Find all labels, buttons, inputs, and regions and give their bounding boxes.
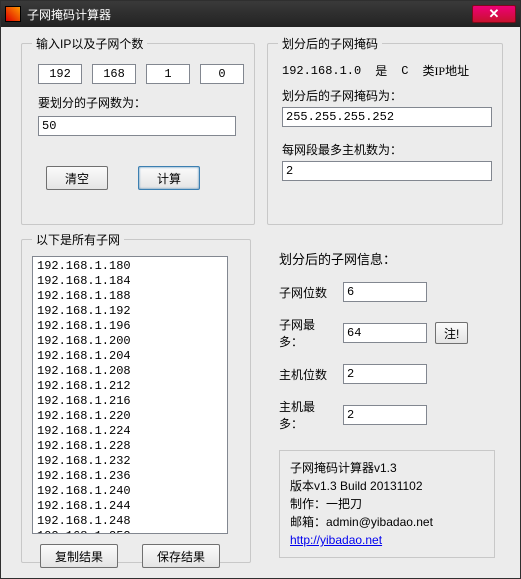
ip-display: 192.168.1.0 — [282, 64, 361, 78]
note-button[interactable]: 注! — [435, 322, 468, 344]
hosts-value[interactable] — [282, 161, 492, 181]
title-bar: 子网掩码计算器 ✕ — [1, 1, 520, 27]
subnet-max-value[interactable] — [343, 323, 427, 343]
input-group-legend: 输入IP以及子网个数 — [32, 35, 147, 52]
mask-group: 划分后的子网掩码 192.168.1.0 是 C 类IP地址 划分后的子网掩码为… — [267, 35, 503, 225]
mask-label: 划分后的子网掩码为： — [282, 87, 492, 104]
clear-button[interactable]: 清空 — [46, 166, 108, 190]
mask-group-legend: 划分后的子网掩码 — [278, 35, 382, 52]
subnet-bits-value[interactable] — [343, 282, 427, 302]
subnet-max-label: 子网最多： — [279, 316, 335, 350]
email-prefix: 邮箱： — [290, 515, 326, 529]
hosts-label: 每网段最多主机数为： — [282, 141, 492, 158]
subnet-count-label: 要划分的子网数为： — [38, 94, 244, 111]
ip-octet-3[interactable] — [146, 64, 190, 84]
list-group-legend: 以下是所有子网 — [32, 231, 124, 248]
about-author: 制作：一把刀 — [290, 495, 484, 513]
host-bits-label: 主机位数 — [279, 366, 335, 383]
copy-button[interactable]: 复制结果 — [40, 544, 118, 568]
ip-octet-1[interactable] — [38, 64, 82, 84]
list-group: 以下是所有子网 192.168.1.180 192.168.1.184 192.… — [21, 231, 251, 563]
about-email-row: 邮箱：admin@yibadao.net — [290, 513, 484, 531]
info-title: 划分后的子网信息： — [279, 249, 495, 268]
about-email: admin@yibadao.net — [326, 515, 433, 529]
window-title: 子网掩码计算器 — [27, 6, 472, 23]
subnet-list[interactable]: 192.168.1.180 192.168.1.184 192.168.1.18… — [32, 256, 228, 534]
save-button[interactable]: 保存结果 — [142, 544, 220, 568]
input-group: 输入IP以及子网个数 要划分的子网数为： 清空 计算 — [21, 35, 255, 225]
main-window: 子网掩码计算器 ✕ 输入IP以及子网个数 要划分的子网数为： 清空 计算 划分后… — [0, 0, 521, 579]
class-letter: C — [401, 64, 408, 78]
class-suffix: 类IP地址 — [422, 62, 469, 79]
subnet-count-input[interactable] — [38, 116, 236, 136]
about-box: 子网掩码计算器v1.3 版本v1.3 Build 20131102 制作：一把刀… — [279, 450, 495, 558]
info-section: 划分后的子网信息： 子网位数 子网最多： 注! 主机位数 主机最多： — [279, 249, 495, 558]
client-area: 输入IP以及子网个数 要划分的子网数为： 清空 计算 划分后的子网掩码 192.… — [1, 27, 520, 578]
about-version: 版本v1.3 Build 20131102 — [290, 477, 484, 495]
ip-octet-4[interactable] — [200, 64, 244, 84]
app-icon — [5, 6, 21, 22]
about-title: 子网掩码计算器v1.3 — [290, 459, 484, 477]
calculate-button[interactable]: 计算 — [138, 166, 200, 190]
close-button[interactable]: ✕ — [472, 5, 516, 23]
host-bits-value[interactable] — [343, 364, 427, 384]
mask-value[interactable] — [282, 107, 492, 127]
host-max-value[interactable] — [343, 405, 427, 425]
about-url[interactable]: http://yibadao.net — [290, 533, 382, 547]
host-max-label: 主机最多： — [279, 398, 335, 432]
subnet-bits-label: 子网位数 — [279, 284, 335, 301]
is-label: 是 — [375, 62, 387, 79]
ip-octet-2[interactable] — [92, 64, 136, 84]
